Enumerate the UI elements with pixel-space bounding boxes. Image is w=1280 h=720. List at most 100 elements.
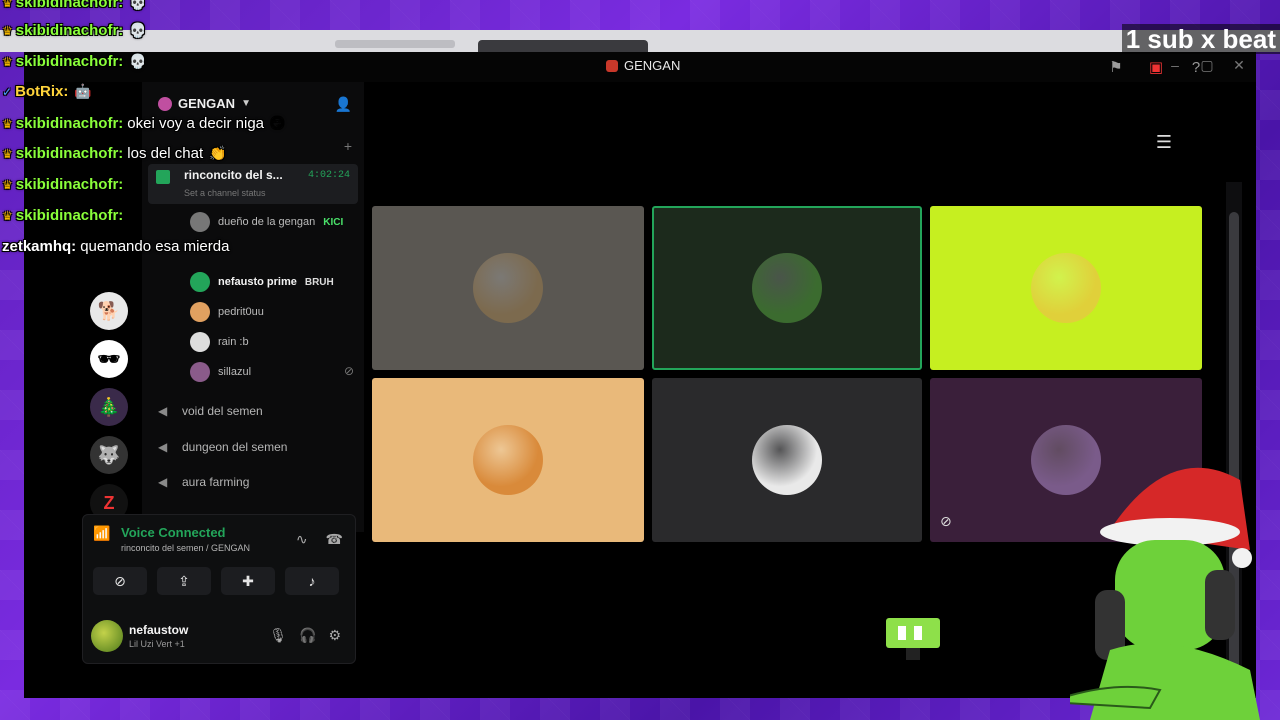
menu-icon[interactable]: ☰ <box>1156 132 1172 153</box>
avatar <box>190 212 210 232</box>
chat-emote-icon: 👏 <box>209 145 227 161</box>
active-voice-channel[interactable]: rinconcito del s... 4:02:24 Set a channe… <box>148 164 358 204</box>
participant-tile[interactable] <box>652 206 922 370</box>
mascot-character <box>1070 467 1260 720</box>
camera-device-icon <box>886 618 940 660</box>
create-channel-icon[interactable]: + <box>344 138 352 154</box>
participant-avatar <box>752 425 822 495</box>
camera-off-button[interactable]: ⊘ <box>93 567 147 595</box>
add-member-icon[interactable]: 👤 <box>335 96 352 113</box>
crown-badge-icon: ♛ <box>2 177 13 192</box>
chat-message: ♛ skibidinachofr: <box>2 176 123 193</box>
speaker-icon: ◀ <box>158 440 168 454</box>
participant-tile[interactable] <box>652 378 922 542</box>
browser-tab <box>478 40 648 52</box>
chat-username: skibidinachofr: <box>15 145 124 162</box>
participant-tile[interactable] <box>372 206 644 370</box>
participant-avatar <box>752 253 822 323</box>
channel-name: dungeon del semen <box>182 440 288 454</box>
disconnect-icon[interactable]: ☎ <box>326 531 343 548</box>
soundboard-button[interactable]: ♪ <box>285 567 339 595</box>
avatar <box>190 302 210 322</box>
user-panel: 📶 Voice Connected rinconcito del semen /… <box>82 514 356 664</box>
avatar <box>190 272 210 292</box>
member-tag: KICI <box>323 216 344 228</box>
crown-badge-icon: ♛ <box>2 208 13 223</box>
title-bar: GENGAN ⚑ ▣ ? – ▢ ✕ <box>24 52 1256 82</box>
member-name: nefausto prime <box>218 276 297 288</box>
inbox-icon[interactable]: ⚑ <box>1106 57 1126 77</box>
screen-share-button[interactable]: ⇪ <box>157 567 211 595</box>
voice-connected-channel: rinconcito del semen / GENGAN <box>121 543 251 553</box>
channel-name: aura farming <box>182 475 250 489</box>
set-status-link[interactable]: Set a channel status <box>184 188 266 198</box>
chat-message: ♛ skibidinachofr: okei voy a decir niga 😏 <box>2 115 285 132</box>
crown-badge-icon: ♛ <box>2 146 13 161</box>
muted-mic-icon: ⊘ <box>940 513 952 529</box>
voice-member[interactable]: pedrit0uu <box>190 300 264 324</box>
chat-message: zetkamhq: quemando esa mierda <box>2 238 229 255</box>
chat-emote-icon: 😏 <box>270 115 285 131</box>
voice-connection-status[interactable]: 📶 Voice Connected rinconcito del semen /… <box>93 525 250 553</box>
close-button[interactable]: ✕ <box>1230 57 1248 74</box>
voice-channel-aura[interactable]: ◀ aura farming <box>158 471 249 493</box>
address-bar <box>335 40 455 48</box>
server-icon-1[interactable]: 🐕 <box>90 292 128 330</box>
voice-member[interactable]: sillazul <box>190 360 251 384</box>
voice-member[interactable]: rain :b <box>190 330 249 354</box>
participant-avatar <box>473 253 543 323</box>
chat-message: ♛ skibidinachofr: <box>2 207 123 224</box>
server-icon-3[interactable]: 🎄 <box>90 388 128 426</box>
chat-text: los del chat <box>127 145 204 162</box>
user-avatar <box>91 620 123 652</box>
server-icon <box>606 59 618 72</box>
voice-channel-void[interactable]: ◀ void del semen <box>158 400 263 422</box>
crown-badge-icon: ♛ <box>2 54 13 69</box>
voice-member[interactable]: nefausto prime BRUH <box>190 270 334 294</box>
mic-muted-icon: ⊘ <box>343 364 354 378</box>
speaker-icon: ◀ <box>158 475 168 489</box>
voice-member[interactable]: dueño de la gengan KICI <box>190 210 343 234</box>
participant-tile[interactable] <box>930 206 1202 370</box>
chat-username: skibidinachofr: <box>15 53 124 70</box>
participant-avatar <box>1031 253 1101 323</box>
chat-username: zetkamhq: <box>2 238 77 255</box>
settings-gear-icon[interactable]: ⚙ <box>328 627 341 644</box>
member-name: dueño de la gengan <box>218 216 316 228</box>
bot-badge-icon: ✓ <box>2 84 13 99</box>
chat-text: quemando esa mierda <box>80 238 230 255</box>
signal-icon: 📶 <box>93 525 111 541</box>
speaker-icon: ◀ <box>158 404 168 418</box>
chat-emote-icon: 💀 <box>129 53 147 69</box>
chat-message: ♛ skibidinachofr: los del chat 👏 <box>2 145 227 162</box>
maximize-button[interactable]: ▢ <box>1198 57 1216 74</box>
member-name: sillazul <box>218 366 252 378</box>
screen-icon[interactable]: ▣ <box>1146 57 1166 77</box>
chat-username: skibidinachofr: <box>15 115 124 132</box>
chat-username: skibidinachofr: <box>15 0 124 11</box>
voice-connected-label: Voice Connected <box>121 525 226 540</box>
account-panel[interactable]: nefaustow Lil Uzi Vert +1 🎙 🎧 ⚙ <box>91 615 349 657</box>
username: nefaustow <box>129 623 189 637</box>
minimize-button[interactable]: – <box>1166 57 1184 74</box>
participant-tile[interactable] <box>372 378 644 542</box>
window-title-text: GENGAN <box>624 58 681 73</box>
voice-channel-dungeon[interactable]: ◀ dungeon del semen <box>158 436 287 458</box>
noise-suppression-icon[interactable]: ∿ <box>296 531 308 548</box>
chat-username: skibidinachofr: <box>15 22 124 39</box>
mic-icon[interactable]: 🎙 <box>269 627 287 644</box>
avatar <box>190 332 210 352</box>
chat-message: ♛ skibidinachofr: 💀 <box>2 0 147 11</box>
guild-header[interactable]: GENGAN ▼ <box>158 96 251 111</box>
activities-button[interactable]: ✚ <box>221 567 275 595</box>
server-icon-4[interactable]: 🐺 <box>90 436 128 474</box>
window-title: GENGAN <box>606 58 680 73</box>
chat-username: BotRix: <box>15 83 69 100</box>
chat-message: ✓ BotRix: 🤖 <box>2 83 92 100</box>
headphones-icon[interactable]: 🎧 <box>299 627 316 644</box>
chat-message: ♛ skibidinachofr: 💀 <box>2 53 147 70</box>
participant-avatar <box>473 425 543 495</box>
member-tag: BRUH <box>304 276 334 288</box>
chat-emote-icon: 💀 <box>129 22 147 38</box>
server-icon-2[interactable]: 🕶 <box>90 340 128 378</box>
